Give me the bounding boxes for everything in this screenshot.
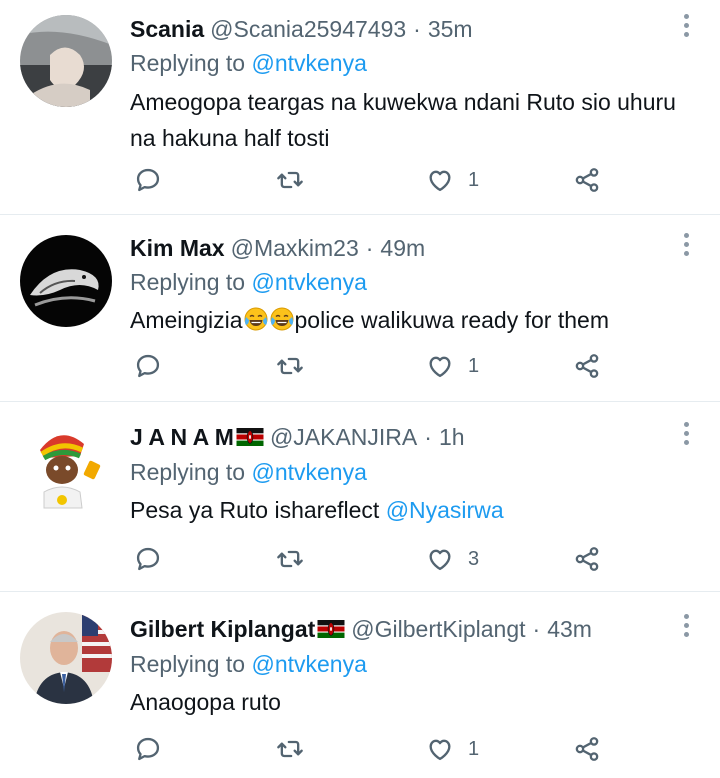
separator-dot: · — [532, 615, 541, 642]
tears-of-joy-emoji — [243, 306, 269, 332]
tweet-2[interactable]: Kim Max @Maxkim23 · 49m Replying to @ntv… — [0, 215, 720, 402]
like-count: 1 — [468, 354, 480, 377]
timestamp[interactable]: 43m — [547, 616, 592, 643]
avatar-kim-max[interactable] — [20, 235, 112, 327]
tweet-3[interactable]: J A N A M @JAKANJIRA · 1h Replying to @n… — [0, 402, 720, 592]
like-button[interactable]: 1 — [426, 349, 479, 383]
retweet-button[interactable] — [276, 732, 304, 766]
like-icon — [426, 735, 454, 763]
reply-icon — [134, 166, 162, 194]
more-icon[interactable] — [682, 233, 690, 259]
share-button[interactable] — [573, 349, 601, 383]
timestamp[interactable]: 49m — [380, 235, 425, 262]
replying-mention[interactable]: @ntvkenya — [251, 50, 366, 76]
display-name[interactable]: Kim Max — [130, 235, 225, 262]
tweet-actions: 3 — [130, 542, 610, 576]
replying-label: Replying to — [130, 651, 246, 677]
tweet-text: Ameogopa teargas na kuwekwa ndani Ruto s… — [130, 89, 676, 151]
tweet-mention[interactable]: @Nyasirwa — [386, 497, 504, 523]
tweet-actions: 1 — [130, 163, 610, 197]
like-icon — [426, 352, 454, 380]
tweet-1[interactable]: Scania @Scania25947493 · 35m Replying to… — [0, 0, 720, 215]
share-button[interactable] — [573, 542, 601, 576]
like-count: 3 — [468, 547, 480, 570]
replying-label: Replying to — [130, 50, 246, 76]
like-button[interactable]: 3 — [426, 542, 479, 576]
reply-button[interactable] — [134, 163, 162, 197]
more-icon[interactable] — [682, 614, 690, 640]
tweet-header: Kim Max @Maxkim23 · 49m — [130, 230, 425, 266]
display-name[interactable]: Gilbert Kiplangat — [130, 616, 315, 643]
tweet-actions: 1 — [130, 349, 610, 383]
share-icon — [573, 352, 601, 380]
more-icon[interactable] — [682, 422, 690, 448]
share-icon — [573, 545, 601, 573]
like-icon — [426, 166, 454, 194]
kenya-flag-icon — [236, 428, 264, 446]
tweet-header: Scania @Scania25947493 · 35m — [130, 11, 473, 47]
tweet-text: Anaogopa ruto — [130, 689, 281, 715]
avatar-gilbert[interactable] — [20, 612, 112, 704]
reply-icon — [134, 352, 162, 380]
share-button[interactable] — [573, 163, 601, 197]
retweet-icon — [276, 166, 304, 194]
replying-mention[interactable]: @ntvkenya — [251, 459, 366, 485]
separator-dot: · — [413, 15, 421, 42]
avatar-janam[interactable] — [20, 422, 112, 514]
user-handle[interactable]: @Maxkim23 — [231, 235, 359, 262]
replying-label: Replying to — [130, 459, 246, 485]
share-button[interactable] — [573, 732, 601, 766]
tweet-4[interactable]: Gilbert Kiplangat @GilbertKiplangt · 43m… — [0, 592, 720, 778]
share-icon — [573, 735, 601, 763]
replying-to: Replying to @ntvkenya — [130, 459, 367, 486]
reply-button[interactable] — [134, 542, 162, 576]
display-name[interactable]: J A N A M — [130, 424, 234, 451]
separator-dot: · — [365, 234, 374, 261]
tweet-text: Pesa ya Ruto ishareflect @Nyasirwa — [130, 492, 705, 528]
tweet-text: Ameingizia police walikuwa ready for them — [130, 302, 705, 338]
kenya-flag-icon — [317, 620, 345, 638]
retweet-button[interactable] — [276, 349, 304, 383]
replying-to: Replying to @ntvkenya — [130, 269, 367, 296]
retweet-button[interactable] — [276, 542, 304, 576]
like-icon — [426, 545, 454, 573]
more-icon[interactable] — [682, 14, 690, 40]
reply-button[interactable] — [134, 732, 162, 766]
retweet-icon — [276, 735, 304, 763]
timestamp[interactable]: 1h — [439, 424, 465, 451]
tweet-header: Gilbert Kiplangat @GilbertKiplangt · 43m — [130, 611, 592, 647]
user-handle[interactable]: @Scania25947493 — [210, 16, 406, 43]
timestamp[interactable]: 35m — [428, 16, 473, 43]
separator-dot: · — [424, 423, 432, 450]
emoji-group — [243, 307, 295, 333]
share-icon — [573, 166, 601, 194]
user-handle[interactable]: @JAKANJIRA — [270, 424, 417, 451]
retweet-button[interactable] — [276, 163, 304, 197]
reply-button[interactable] — [134, 349, 162, 383]
replying-mention[interactable]: @ntvkenya — [251, 651, 366, 677]
tears-of-joy-emoji — [269, 306, 295, 332]
like-button[interactable]: 1 — [426, 163, 479, 197]
tweet-text-start: Ameingizia — [130, 307, 243, 333]
avatar-scania[interactable] — [20, 15, 112, 107]
like-button[interactable]: 1 — [426, 732, 479, 766]
user-handle[interactable]: @GilbertKiplangt — [351, 616, 525, 643]
like-count: 1 — [468, 737, 480, 760]
retweet-icon — [276, 352, 304, 380]
tweet-header: J A N A M @JAKANJIRA · 1h — [130, 419, 465, 455]
tweet-text-end: police walikuwa ready for them — [294, 307, 609, 333]
replying-mention[interactable]: @ntvkenya — [251, 269, 366, 295]
tweet-actions: 1 — [130, 732, 610, 766]
reply-icon — [134, 545, 162, 573]
replying-label: Replying to — [130, 269, 246, 295]
replying-to: Replying to @ntvkenya — [130, 651, 367, 678]
replying-to: Replying to @ntvkenya — [130, 50, 367, 77]
reply-icon — [134, 735, 162, 763]
display-name[interactable]: Scania — [130, 16, 204, 43]
tweet-text-main: Pesa ya Ruto ishareflect — [130, 497, 386, 523]
retweet-icon — [276, 545, 304, 573]
like-count: 1 — [468, 168, 480, 191]
